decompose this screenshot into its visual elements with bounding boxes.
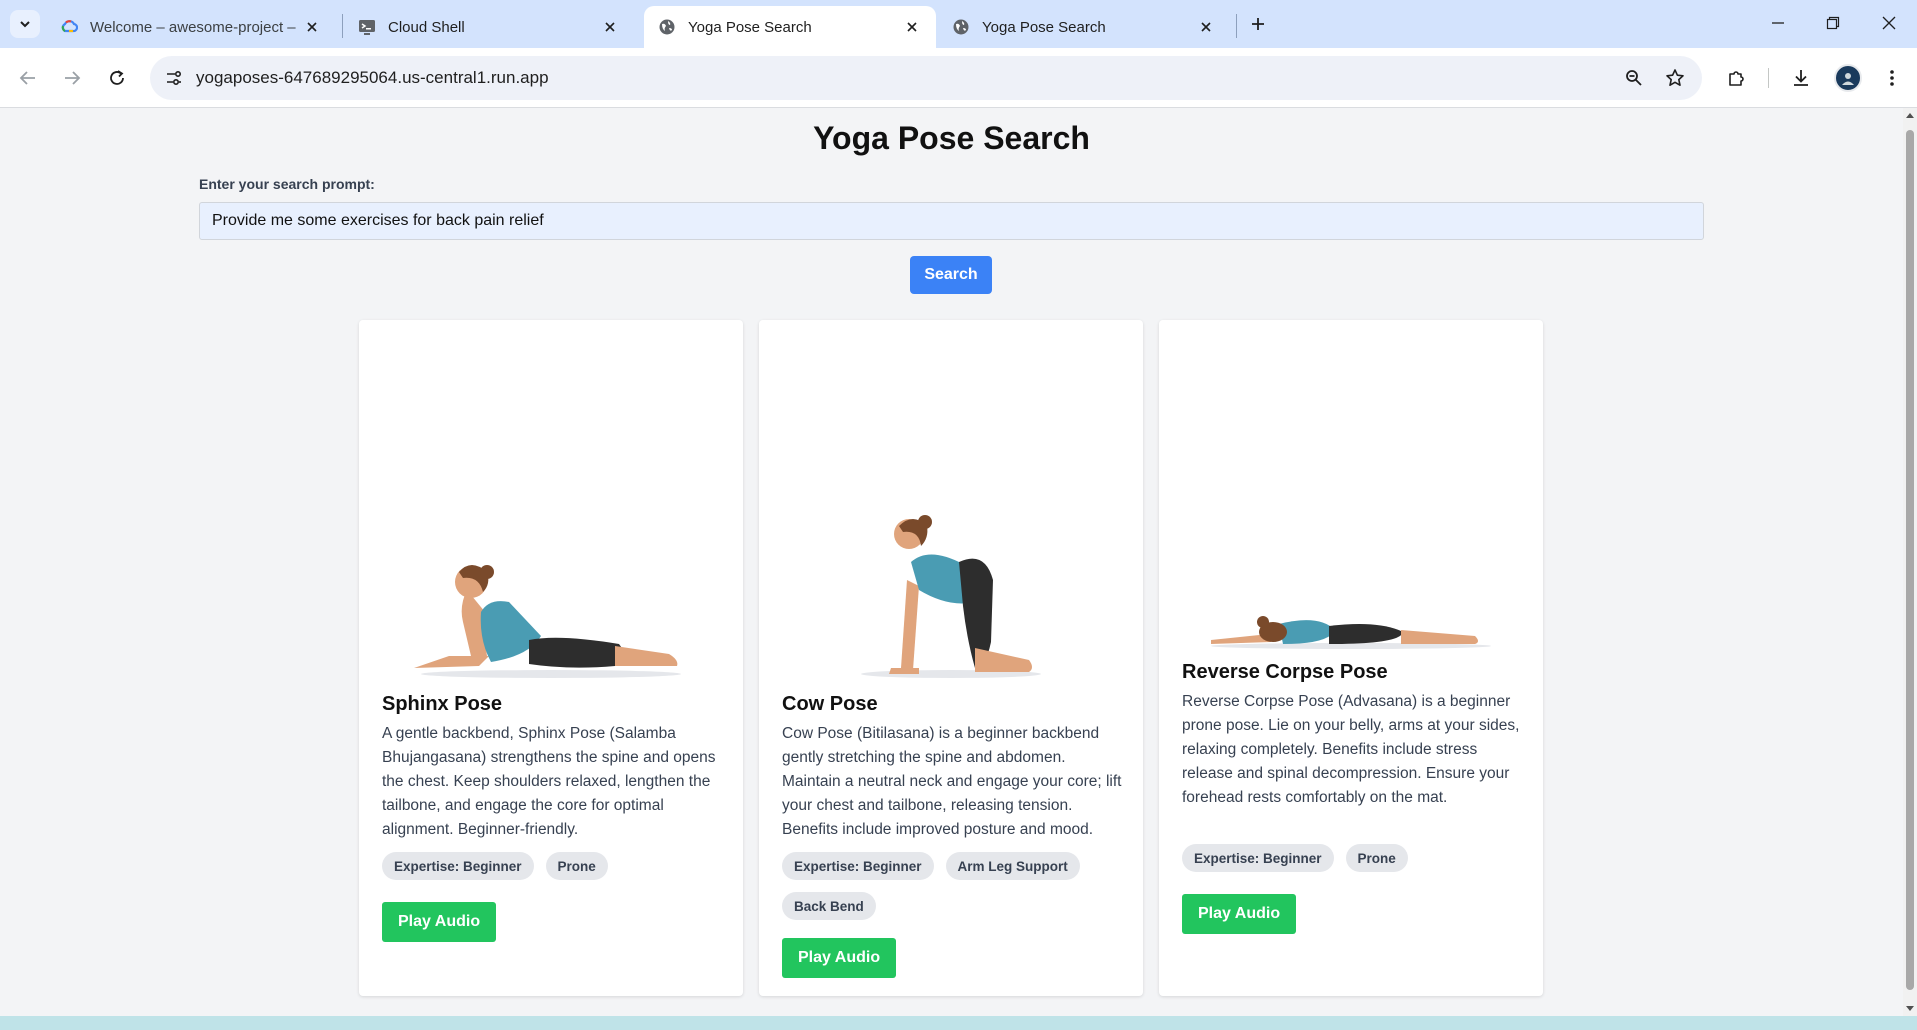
close-tab-icon[interactable] [1196,17,1216,37]
tag-category: Prone [1345,844,1408,872]
close-icon [1882,16,1896,30]
address-bar[interactable]: yogaposes-647689295064.us-central1.run.a… [150,56,1702,100]
more-menu-icon[interactable] [1876,62,1908,94]
tag-category: Arm Leg Support [945,852,1080,880]
search-input[interactable] [199,202,1704,240]
cloud-shell-icon [358,18,376,36]
tag-category: Back Bend [782,892,876,920]
tab-yoga-pose-search-active[interactable]: Yoga Pose Search [644,6,936,48]
tag-expertise: Expertise: Beginner [782,852,934,880]
globe-icon [658,18,676,36]
tab-title: Yoga Pose Search [688,18,812,36]
toolbar-divider [1768,68,1769,88]
pose-title: Sphinx Pose [382,693,503,715]
tab-strip: Welcome – awesome-project – Cloud Shell … [0,0,1917,48]
page-title: Yoga Pose Search [813,120,1090,156]
reverse-corpse-pose-image [1211,616,1491,649]
close-tab-icon[interactable] [902,17,922,37]
pose-title: Cow Pose [782,693,878,715]
new-tab-button[interactable] [1244,12,1272,36]
search-prompt-label: Enter your search prompt: [199,176,375,192]
close-window-button[interactable] [1869,8,1909,38]
bottom-status-strip [0,1016,1917,1030]
tag-category: Prone [545,852,608,880]
close-tab-icon[interactable] [302,17,322,37]
tab-search-button[interactable] [10,10,40,38]
browser-toolbar: yogaposes-647689295064.us-central1.run.a… [0,48,1917,108]
scroll-up-arrow-icon[interactable] [1906,112,1914,120]
zoom-icon[interactable] [1622,66,1646,90]
site-info-icon[interactable] [162,66,186,90]
cow-pose-image [861,515,1041,678]
chevron-down-icon [20,21,30,28]
play-audio-button[interactable]: Play Audio [1182,894,1297,934]
play-audio-button[interactable]: Play Audio [382,902,497,942]
google-cloud-icon [60,18,78,36]
arrow-right-icon [65,71,81,85]
arrow-left-icon [19,71,35,85]
profile-avatar[interactable] [1834,64,1862,92]
pose-description: Cow Pose (Bitilasana) is a beginner back… [782,725,1122,838]
tab-title: Welcome – awesome-project – [90,18,296,36]
back-button[interactable] [12,62,44,94]
globe-icon [952,18,970,36]
tab-divider [342,14,343,38]
reload-icon [110,70,124,85]
minimize-button[interactable] [1758,8,1798,38]
plus-icon [1252,18,1264,30]
avatar-icon [1842,73,1854,85]
bookmark-star-icon[interactable] [1663,66,1687,90]
minimize-icon [1772,22,1784,24]
tab-welcome[interactable]: Welcome – awesome-project – [46,6,336,48]
pose-description: Reverse Corpse Pose (Advasana) is a begi… [1182,693,1520,806]
extensions-icon[interactable] [1720,62,1752,94]
sphinx-pose-image [414,565,681,678]
tag-expertise: Expertise: Beginner [1182,844,1334,872]
restore-button[interactable] [1813,8,1853,38]
tab-cloud-shell[interactable]: Cloud Shell [344,6,634,48]
tab-title: Cloud Shell [388,18,465,36]
tab-yoga-pose-search[interactable]: Yoga Pose Search [938,6,1230,48]
pose-description: A gentle backbend, Sphinx Pose (Salamba … [382,725,716,838]
page-viewport: Yoga Pose Search Enter your search promp… [0,108,1903,1016]
pose-tags: Expertise: Beginner Arm Leg Support Back… [782,852,1127,920]
page-scrollbar[interactable] [1903,108,1917,1016]
pose-card-reverse-corpse: Reverse Corpse Pose Reverse Corpse Pose … [1159,320,1543,996]
pose-tags: Expertise: Beginner Prone [1182,844,1527,872]
play-audio-button[interactable]: Play Audio [782,938,897,978]
reload-button[interactable] [101,62,133,94]
pose-card-cow: Cow Pose Cow Pose (Bitilasana) is a begi… [759,320,1143,996]
tab-title: Yoga Pose Search [982,18,1106,36]
scroll-down-arrow-icon[interactable] [1906,1004,1914,1012]
url-text: yogaposes-647689295064.us-central1.run.a… [196,68,549,87]
pose-card-sphinx: Sphinx Pose A gentle backbend, Sphinx Po… [359,320,743,996]
restore-icon [1826,16,1840,30]
close-tab-icon[interactable] [600,17,620,37]
tag-expertise: Expertise: Beginner [382,852,534,880]
pose-title: Reverse Corpse Pose [1182,661,1388,683]
download-icon[interactable] [1785,62,1817,94]
forward-button[interactable] [56,62,88,94]
tab-divider [1236,14,1237,38]
scroll-thumb[interactable] [1906,130,1914,990]
pose-tags: Expertise: Beginner Prone [382,852,727,880]
search-button[interactable]: Search [910,256,992,294]
